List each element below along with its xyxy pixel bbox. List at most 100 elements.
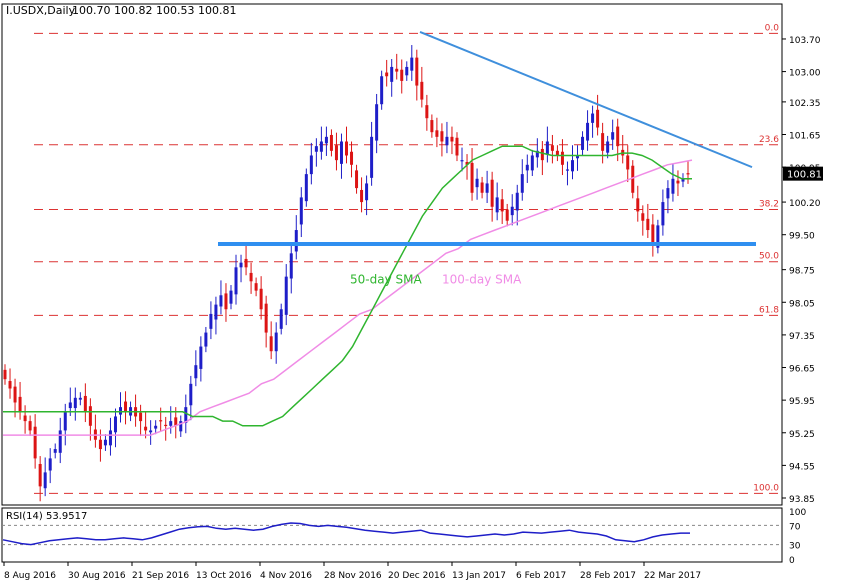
candle-body [164,424,168,427]
y-tick-label: 98.75 [789,267,815,277]
candle-body [686,173,690,175]
candle-body [676,180,680,184]
x-axis: 8 Aug 2016 30 Aug 2016 21 Sep 2016 13 Oct 2… [3,562,701,581]
candle-body [8,381,12,389]
fib-label: 61.8 [759,305,779,315]
candle-body [636,198,640,212]
x-tick-label: 21 Sep 2016 [132,571,189,581]
y-tick-label: 100.20 [789,199,821,209]
candle-body [485,183,489,193]
candle-body [500,199,504,212]
y-tick-label: 97.35 [789,332,815,342]
candle-body [244,258,248,268]
candle-body [380,76,384,105]
sma100-line [3,159,693,436]
candle-body [18,396,22,412]
candle-body [124,401,128,412]
candle-body [214,304,218,320]
y-tick-label: 101.65 [789,132,821,142]
candle-body [103,439,107,446]
candle-body [239,262,243,268]
rsi-tick-label: 70 [789,522,801,532]
candle-body [631,165,635,193]
y-tick-label: 103.00 [789,69,821,79]
candle-body [360,189,364,203]
candle-body [254,283,258,291]
candle-body [28,421,32,431]
candle-body [33,426,37,459]
candle-body [304,174,308,202]
candle-body [13,386,17,403]
resistance-trendline [419,31,753,169]
candle-body [510,206,514,216]
candle-body [565,169,569,171]
candle-body [586,122,590,141]
x-tick-label: 30 Aug 2016 [68,571,126,581]
candle-body [108,430,112,446]
candle-body [345,141,348,156]
candle-body [159,420,163,422]
x-tick-label: 28 Nov 2016 [324,571,382,581]
candle-body [98,439,102,450]
candle-body [505,209,509,221]
candle-body [390,66,394,82]
candle-body [319,141,323,152]
sma50-annotation: 50-day SMA [350,273,422,287]
candle-body [88,406,92,426]
last-price-label: 100.81 [787,170,822,181]
candle-body [83,395,87,412]
fib-label: 100.0 [753,483,779,493]
candle-body [570,160,574,172]
candle-body [651,224,655,245]
rsi-label: RSI(14) 53.9517 [6,511,87,522]
candle-body [591,113,595,123]
candle-body [430,120,434,133]
candle-body [405,66,409,76]
candle-body [395,68,399,72]
candle-body [410,57,414,71]
candle-body [219,295,223,307]
candle-body [616,126,620,147]
candle-body [581,136,585,150]
candle-body [596,109,600,128]
candle-body [194,365,198,379]
candle-body [53,449,57,453]
rsi-pane: RSI(14) 53.9517 100 70 30 0 [1,507,806,566]
candle-body [445,136,449,146]
candle-body [234,267,238,295]
candle-body [365,183,369,201]
x-tick-label: 6 Feb 2017 [516,571,566,581]
candle-body [355,170,359,189]
candle-body [209,313,213,329]
candle-body [154,425,158,429]
candle-body [249,272,253,282]
candle-body [350,151,354,165]
fib-label: 23.6 [759,135,779,145]
candle-body [189,383,193,406]
symbol-header: I.USDX,Daily [6,4,76,17]
candle-body [3,369,7,380]
rsi-tick-label: 0 [789,556,795,566]
x-tick-label: 20 Dec 2016 [388,571,446,581]
candle-body [490,179,494,207]
candle-body [63,411,67,431]
candle-body [525,164,529,171]
candle-body [169,421,173,426]
y-tick-label: 94.55 [789,462,815,472]
candle-body [400,69,404,81]
candle-body [113,416,117,433]
sma50-line [3,145,692,427]
candle-body [550,145,554,151]
candle-body [139,412,143,422]
candle-body [435,130,439,137]
candle-body [520,174,524,193]
x-tick-label: 22 Mar 2017 [644,571,701,581]
x-tick-label: 13 Oct 2016 [196,571,252,581]
candle-body [666,188,670,199]
candle-body [68,402,72,409]
candle-body [289,253,293,279]
candle-body [420,81,424,100]
candle-body [661,202,665,226]
candle-body [646,218,650,231]
candle-body [601,133,605,151]
